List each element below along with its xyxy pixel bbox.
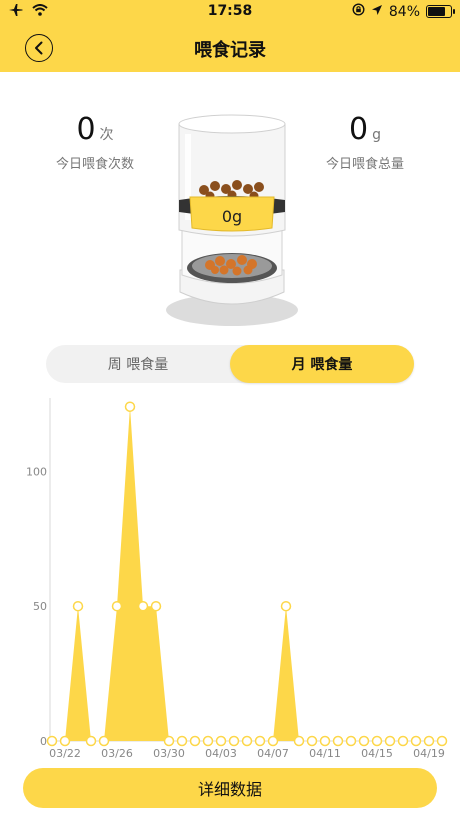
data-point[interactable] xyxy=(176,735,188,747)
feed-amount-stat: 0g 今日喂食总量 xyxy=(310,112,420,172)
data-point[interactable] xyxy=(384,735,396,747)
feeder-illustration: 0g xyxy=(162,110,302,330)
feed-amount-value: 0 xyxy=(349,112,369,147)
data-point[interactable] xyxy=(319,735,331,747)
battery-fill xyxy=(428,7,445,16)
feed-count-label: 今日喂食次数 xyxy=(55,157,134,172)
data-point[interactable] xyxy=(46,735,58,747)
data-point[interactable] xyxy=(332,735,344,747)
data-point[interactable] xyxy=(280,600,292,612)
data-point[interactable] xyxy=(397,735,409,747)
data-point[interactable] xyxy=(189,735,201,747)
monthly-feeding-chart: 0 50 100 03/22 03/26 03/30 04/03 04/07 04/11 04/1… xyxy=(0,398,460,768)
page-title: 喂食记录 xyxy=(194,40,266,61)
data-point[interactable] xyxy=(436,735,448,747)
data-point[interactable] xyxy=(72,600,84,612)
battery-icon xyxy=(426,5,455,18)
data-point[interactable] xyxy=(85,735,97,747)
data-point[interactable] xyxy=(306,735,318,747)
feeder-display: 0g xyxy=(222,207,242,226)
data-point[interactable] xyxy=(215,735,227,747)
data-point[interactable] xyxy=(150,600,162,612)
data-point[interactable] xyxy=(202,735,214,747)
x-tick-label: 03/30 xyxy=(153,747,185,760)
chart-svg: 0 50 100 03/22 03/26 03/30 04/03 04/07 04/11 04/1… xyxy=(26,398,448,760)
tab-week[interactable]: 周 喂食量 xyxy=(46,345,230,383)
status-right: 84% xyxy=(352,3,455,20)
status-bar: 17:58 84% xyxy=(0,0,460,24)
data-point[interactable] xyxy=(345,735,357,747)
feed-count-value: 0 xyxy=(76,112,96,147)
data-point[interactable] xyxy=(358,735,370,747)
tab-month[interactable]: 月 喂食量 xyxy=(230,345,414,383)
y-tick-label: 0 xyxy=(40,735,47,748)
data-point[interactable] xyxy=(423,735,435,747)
x-tick-label: 04/11 xyxy=(309,747,341,760)
y-tick-label: 50 xyxy=(33,600,47,613)
data-point[interactable] xyxy=(371,735,383,747)
data-point[interactable] xyxy=(137,600,149,612)
feed-amount-label: 今日喂食总量 xyxy=(325,157,404,172)
feed-count-unit: 次 xyxy=(99,127,114,143)
rotation-lock-icon xyxy=(352,3,365,20)
detail-data-button[interactable]: 详细数据 xyxy=(23,768,437,808)
nav-bar: 喂食记录 xyxy=(0,24,460,72)
data-point[interactable] xyxy=(267,735,279,747)
data-point[interactable] xyxy=(293,735,305,747)
y-tick-label: 100 xyxy=(26,465,47,478)
data-point[interactable] xyxy=(98,735,110,747)
feed-amount-unit: g xyxy=(372,127,381,143)
x-tick-label: 04/03 xyxy=(205,747,237,760)
data-point[interactable] xyxy=(124,401,136,412)
data-point[interactable] xyxy=(241,735,253,747)
data-point[interactable] xyxy=(111,600,123,612)
x-tick-label: 03/26 xyxy=(101,747,133,760)
feed-count-stat: 0次 今日喂食次数 xyxy=(40,112,150,172)
battery-percent: 84% xyxy=(388,3,420,20)
data-point[interactable] xyxy=(254,735,266,747)
data-point[interactable] xyxy=(410,735,422,747)
data-point[interactable] xyxy=(163,735,175,747)
x-tick-label: 04/07 xyxy=(257,747,289,760)
x-tick-label: 04/19 xyxy=(413,747,445,760)
period-toggle: 周 喂食量 月 喂食量 xyxy=(46,345,414,383)
data-point[interactable] xyxy=(228,735,240,747)
area-series xyxy=(52,406,442,741)
x-tick-label: 04/15 xyxy=(361,747,393,760)
location-arrow-icon xyxy=(371,4,383,20)
x-tick-label: 03/22 xyxy=(49,747,81,760)
data-point[interactable] xyxy=(59,735,71,747)
